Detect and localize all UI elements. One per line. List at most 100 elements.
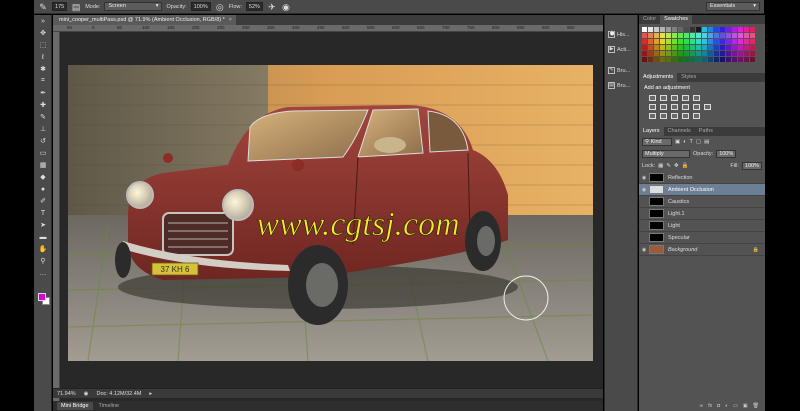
- color-swatch[interactable]: [684, 51, 689, 56]
- color-swatch[interactable]: [726, 45, 731, 50]
- new-layer-icon[interactable]: ▣: [743, 403, 748, 409]
- type-tool-icon[interactable]: T: [34, 207, 52, 219]
- color-swatch[interactable]: [678, 57, 683, 62]
- color-swatch[interactable]: [696, 27, 701, 32]
- curves-icon[interactable]: [671, 95, 678, 101]
- color-swatch[interactable]: [642, 51, 647, 56]
- color-lookup-icon[interactable]: [704, 104, 711, 110]
- brush-tool-icon[interactable]: ✎: [38, 2, 48, 12]
- layer-row[interactable]: ◉ Ambient Occlusion: [639, 184, 765, 196]
- flow-field[interactable]: 52%: [245, 2, 263, 11]
- color-swatch[interactable]: [684, 45, 689, 50]
- color-swatch[interactable]: [720, 51, 725, 56]
- history-panel-button[interactable]: ⌚ His...: [605, 27, 637, 42]
- brush-panel-icon[interactable]: ▤: [71, 2, 81, 12]
- gradient-map-icon[interactable]: [682, 113, 689, 119]
- color-swatch[interactable]: [732, 39, 737, 44]
- lasso-tool-icon[interactable]: ℓ: [34, 51, 52, 63]
- color-swatch[interactable]: [672, 51, 677, 56]
- color-swatch[interactable]: [720, 39, 725, 44]
- foreground-color-swatch[interactable]: [38, 293, 46, 301]
- color-swatch[interactable]: [750, 51, 755, 56]
- more-tools-icon[interactable]: …: [34, 267, 52, 279]
- tab-color[interactable]: Color: [639, 15, 660, 24]
- color-swatch[interactable]: [708, 27, 713, 32]
- color-swatch[interactable]: [744, 27, 749, 32]
- zoom-tool-icon[interactable]: ⚲: [34, 255, 52, 267]
- color-swatch[interactable]: [708, 51, 713, 56]
- color-swatch[interactable]: [666, 57, 671, 62]
- color-swatch[interactable]: [678, 45, 683, 50]
- tab-styles[interactable]: Styles: [677, 73, 700, 82]
- color-swatch[interactable]: [642, 45, 647, 50]
- vibrance-icon[interactable]: [693, 95, 700, 101]
- lock-all-icon[interactable]: 🔒: [682, 163, 689, 169]
- color-swatch[interactable]: [702, 45, 707, 50]
- color-swatch[interactable]: [750, 39, 755, 44]
- color-swatch[interactable]: [654, 51, 659, 56]
- adjustment-layer-icon[interactable]: ◐: [725, 403, 728, 409]
- color-balance-icon[interactable]: [660, 104, 667, 110]
- color-swatch[interactable]: [726, 39, 731, 44]
- swatches-grid[interactable]: [639, 24, 765, 65]
- color-swatch[interactable]: [654, 57, 659, 62]
- color-swatch[interactable]: [666, 39, 671, 44]
- color-swatch[interactable]: [678, 39, 683, 44]
- color-swatch[interactable]: [708, 57, 713, 62]
- color-swatch[interactable]: [714, 57, 719, 62]
- pressure-size-icon[interactable]: ◉: [281, 2, 291, 12]
- brightness-icon[interactable]: [649, 95, 656, 101]
- blur-tool-icon[interactable]: ◆: [34, 171, 52, 183]
- pen-tool-icon[interactable]: ✐: [34, 195, 52, 207]
- selective-color-icon[interactable]: [693, 113, 700, 119]
- color-swatch[interactable]: [708, 45, 713, 50]
- color-swatch[interactable]: [726, 27, 731, 32]
- color-swatch[interactable]: [684, 27, 689, 32]
- color-swatch[interactable]: [648, 27, 653, 32]
- color-swatch[interactable]: [702, 39, 707, 44]
- color-swatch[interactable]: [690, 27, 695, 32]
- color-swatch[interactable]: [648, 45, 653, 50]
- color-swatch[interactable]: [672, 45, 677, 50]
- color-swatch[interactable]: [672, 57, 677, 62]
- color-swatch[interactable]: [744, 57, 749, 62]
- eyedropper-tool-icon[interactable]: ✒: [34, 87, 52, 99]
- color-swatch[interactable]: [744, 33, 749, 38]
- color-swatch[interactable]: [726, 51, 731, 56]
- color-swatch[interactable]: [714, 51, 719, 56]
- layer-row[interactable]: Specular: [639, 232, 765, 244]
- color-swatch[interactable]: [684, 57, 689, 62]
- color-swatch[interactable]: [714, 45, 719, 50]
- chevron-right-icon[interactable]: ▸: [149, 391, 152, 397]
- filter-adjust-icon[interactable]: ◐: [683, 139, 686, 145]
- color-swatch[interactable]: [690, 57, 695, 62]
- color-swatch[interactable]: [690, 45, 695, 50]
- color-swatch[interactable]: [660, 33, 665, 38]
- color-swatch[interactable]: [660, 27, 665, 32]
- layer-row[interactable]: Light: [639, 220, 765, 232]
- folder-icon[interactable]: ▭: [733, 403, 738, 409]
- color-swatch[interactable]: [654, 39, 659, 44]
- document-tab[interactable]: mini_cooper_multiPass.psd @ 71.9% (Ambie…: [53, 15, 236, 25]
- color-swatch[interactable]: [720, 57, 725, 62]
- vertical-ruler[interactable]: [53, 32, 60, 402]
- color-swatch[interactable]: [702, 57, 707, 62]
- color-swatch[interactable]: [744, 51, 749, 56]
- visibility-icon[interactable]: ◉: [639, 187, 649, 193]
- exposure-icon[interactable]: [682, 95, 689, 101]
- blend-mode-select[interactable]: Multiply: [642, 150, 690, 158]
- color-swatch[interactable]: [750, 27, 755, 32]
- color-swatch[interactable]: [732, 57, 737, 62]
- layer-row[interactable]: Light.1: [639, 208, 765, 220]
- color-swatch[interactable]: [708, 33, 713, 38]
- color-swatch[interactable]: [732, 33, 737, 38]
- color-swatch[interactable]: [702, 27, 707, 32]
- link-icon[interactable]: ∞: [700, 403, 704, 409]
- color-swatch[interactable]: [666, 33, 671, 38]
- black-white-icon[interactable]: [671, 104, 678, 110]
- healing-tool-icon[interactable]: ✚: [34, 99, 52, 111]
- color-swatch[interactable]: [642, 39, 647, 44]
- color-swatch[interactable]: [648, 57, 653, 62]
- color-swatch[interactable]: [648, 33, 653, 38]
- lock-pixels-icon[interactable]: ✎: [666, 163, 671, 169]
